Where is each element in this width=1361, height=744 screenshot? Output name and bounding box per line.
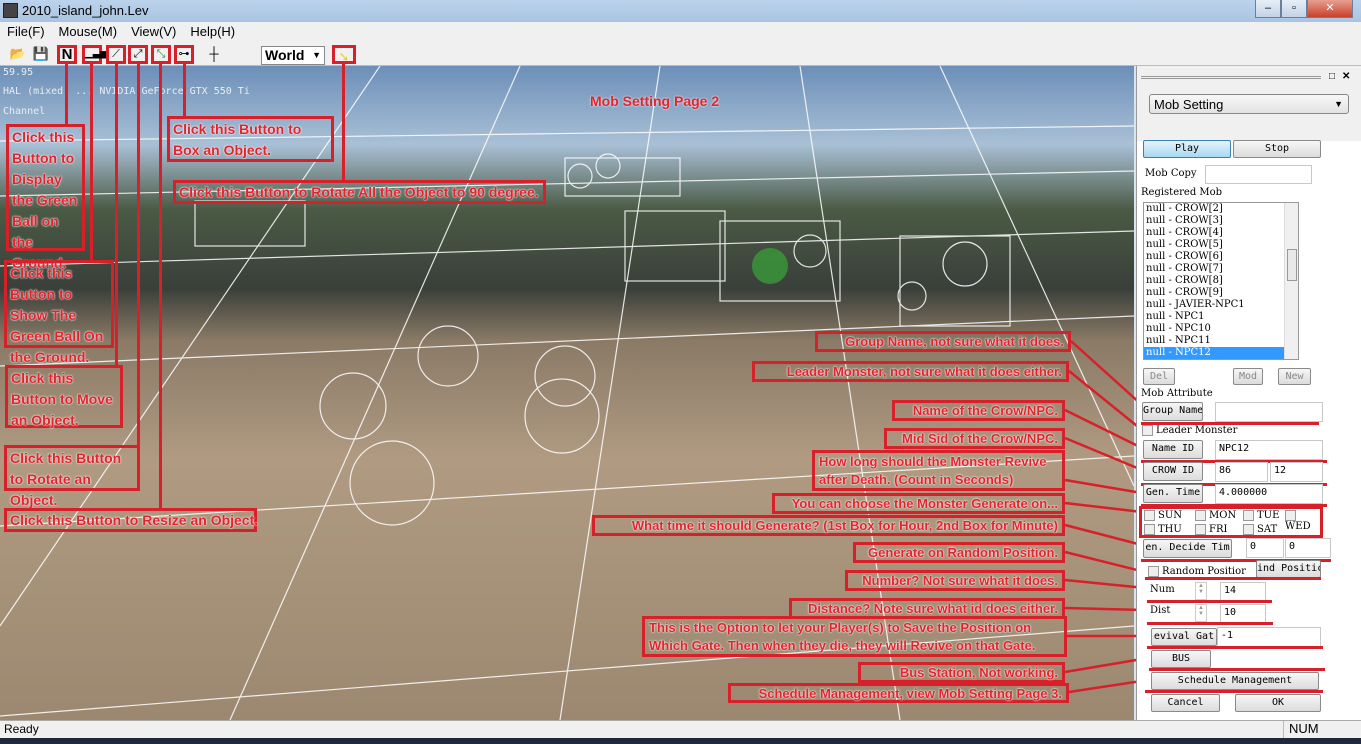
day-wed: WED bbox=[1285, 521, 1311, 532]
play-button[interactable]: Play bbox=[1143, 140, 1231, 158]
checkbox[interactable] bbox=[1243, 510, 1254, 521]
list-item[interactable]: null - CROW[7] bbox=[1144, 263, 1298, 275]
panel-grip[interactable] bbox=[1141, 76, 1321, 79]
annotation-underline bbox=[1145, 690, 1323, 693]
dist-label: Dist bbox=[1150, 605, 1171, 616]
close-icon[interactable]: ✕ bbox=[1342, 71, 1350, 82]
checkbox[interactable] bbox=[1144, 510, 1155, 521]
crow-id-input-2[interactable]: 12 bbox=[1270, 462, 1323, 482]
checkbox[interactable] bbox=[1148, 566, 1159, 577]
day-sat: SAT bbox=[1257, 524, 1278, 535]
group-name-input[interactable] bbox=[1215, 402, 1323, 422]
status-bar: Ready NUM bbox=[0, 720, 1361, 738]
checkbox[interactable] bbox=[1195, 524, 1206, 535]
cancel-button[interactable]: Cancel bbox=[1151, 694, 1220, 712]
random-position-checkbox[interactable]: Random Positior bbox=[1148, 566, 1246, 577]
num-input[interactable]: 14 bbox=[1220, 582, 1266, 601]
minute-input[interactable]: 0 bbox=[1285, 538, 1331, 558]
mob-copy-label: Mob Copy bbox=[1145, 168, 1197, 179]
checkbox[interactable] bbox=[1195, 510, 1206, 521]
revival-gate-input[interactable]: -1 bbox=[1217, 627, 1321, 647]
annotation-underline bbox=[1149, 668, 1325, 671]
list-scrollbar[interactable] bbox=[1284, 203, 1298, 359]
gen-decide-time-button[interactable]: en. Decide Tim bbox=[1143, 539, 1232, 558]
list-item[interactable]: null - CROW[6] bbox=[1144, 251, 1298, 263]
bus-button[interactable]: BUS bbox=[1151, 650, 1211, 668]
new-button[interactable]: New bbox=[1278, 368, 1311, 385]
annotation-underline bbox=[1147, 600, 1272, 603]
hour-input[interactable]: 0 bbox=[1246, 538, 1284, 558]
day-sun: SUN bbox=[1158, 510, 1183, 521]
scrollbar-thumb[interactable] bbox=[1287, 249, 1297, 281]
mob-attribute-label: Mob Attribute bbox=[1141, 388, 1213, 399]
day-thu: THU bbox=[1158, 524, 1182, 535]
num-label: Num bbox=[1150, 584, 1175, 595]
gen-time-input[interactable]: 4.000000 bbox=[1215, 484, 1323, 504]
num-lock-indicator: NUM bbox=[1283, 721, 1343, 738]
random-position-label: Random Positior bbox=[1162, 566, 1246, 577]
taskbar bbox=[0, 738, 1361, 744]
registered-mob-label: Registered Mob bbox=[1141, 187, 1223, 198]
num-spinner[interactable]: ▲ ▼ bbox=[1195, 582, 1207, 600]
annotation-underline bbox=[1147, 646, 1323, 649]
mob-copy-input[interactable] bbox=[1205, 165, 1312, 184]
find-position-button[interactable]: ind Positic bbox=[1256, 560, 1321, 578]
mob-setting-panel: □ ✕ Mob Setting ▼ Play Stop Mob Copy Regi… bbox=[1136, 66, 1361, 720]
status-text: Ready bbox=[4, 722, 39, 736]
annotation-underline bbox=[1145, 577, 1321, 580]
name-id-input[interactable]: NPC12 bbox=[1215, 440, 1323, 460]
checkbox[interactable] bbox=[1142, 425, 1153, 436]
checkbox[interactable] bbox=[1285, 510, 1296, 521]
list-item-selected[interactable]: null - NPC12 bbox=[1144, 347, 1286, 359]
list-item[interactable]: null - CROW[2] bbox=[1144, 203, 1298, 215]
stop-button[interactable]: Stop bbox=[1233, 140, 1321, 158]
restore-icon[interactable]: □ bbox=[1329, 71, 1335, 82]
mod-button[interactable]: Mod bbox=[1233, 368, 1263, 385]
dist-input[interactable]: 10 bbox=[1220, 604, 1266, 623]
name-id-button[interactable]: Name ID bbox=[1143, 440, 1203, 459]
registered-mob-list[interactable]: null - CROW[2] null - CROW[3] null - CRO… bbox=[1143, 202, 1299, 360]
annotation-underline bbox=[1147, 622, 1273, 625]
list-item[interactable]: null - CROW[8] bbox=[1144, 275, 1298, 287]
dist-spinner[interactable]: ▲ ▼ bbox=[1195, 604, 1207, 622]
checkbox[interactable] bbox=[1144, 524, 1155, 535]
list-item[interactable]: null - NPC1 bbox=[1144, 311, 1298, 323]
list-item[interactable]: null - NPC10 bbox=[1144, 323, 1298, 335]
day-fri: FRI bbox=[1209, 524, 1228, 535]
checkbox[interactable] bbox=[1243, 524, 1254, 535]
leader-monster-label: Leader Monster bbox=[1156, 425, 1238, 436]
mode-select[interactable]: Mob Setting ▼ bbox=[1149, 94, 1349, 114]
mode-select-value: Mob Setting bbox=[1154, 97, 1224, 112]
group-name-button[interactable]: Group Name bbox=[1142, 402, 1203, 421]
chevron-down-icon: ▼ bbox=[1334, 99, 1343, 109]
list-item[interactable]: null - CROW[4] bbox=[1144, 227, 1298, 239]
list-item[interactable]: null - CROW[9] bbox=[1144, 287, 1298, 299]
ok-button[interactable]: OK bbox=[1235, 694, 1321, 712]
del-button[interactable]: Del bbox=[1143, 368, 1175, 385]
list-item[interactable]: null - NPC11 bbox=[1144, 335, 1298, 347]
crow-id-input-1[interactable]: 86 bbox=[1215, 462, 1268, 482]
day-tue: TUE bbox=[1257, 510, 1280, 521]
leader-monster-checkbox[interactable]: Leader Monster bbox=[1142, 425, 1237, 436]
days-group: SUN MON TUE WED THU FRI SAT bbox=[1139, 506, 1323, 538]
list-item[interactable]: null - JAVIER-NPC1 bbox=[1144, 299, 1298, 311]
day-mon: MON bbox=[1209, 510, 1237, 521]
crow-id-button[interactable]: CROW ID bbox=[1143, 462, 1203, 481]
revival-gate-button[interactable]: evival Gat bbox=[1151, 628, 1217, 646]
list-item[interactable]: null - CROW[5] bbox=[1144, 239, 1298, 251]
list-item[interactable]: null - CROW[3] bbox=[1144, 215, 1298, 227]
schedule-management-button[interactable]: Schedule Management bbox=[1151, 672, 1319, 690]
gen-time-button[interactable]: Gen. Time bbox=[1143, 484, 1203, 503]
